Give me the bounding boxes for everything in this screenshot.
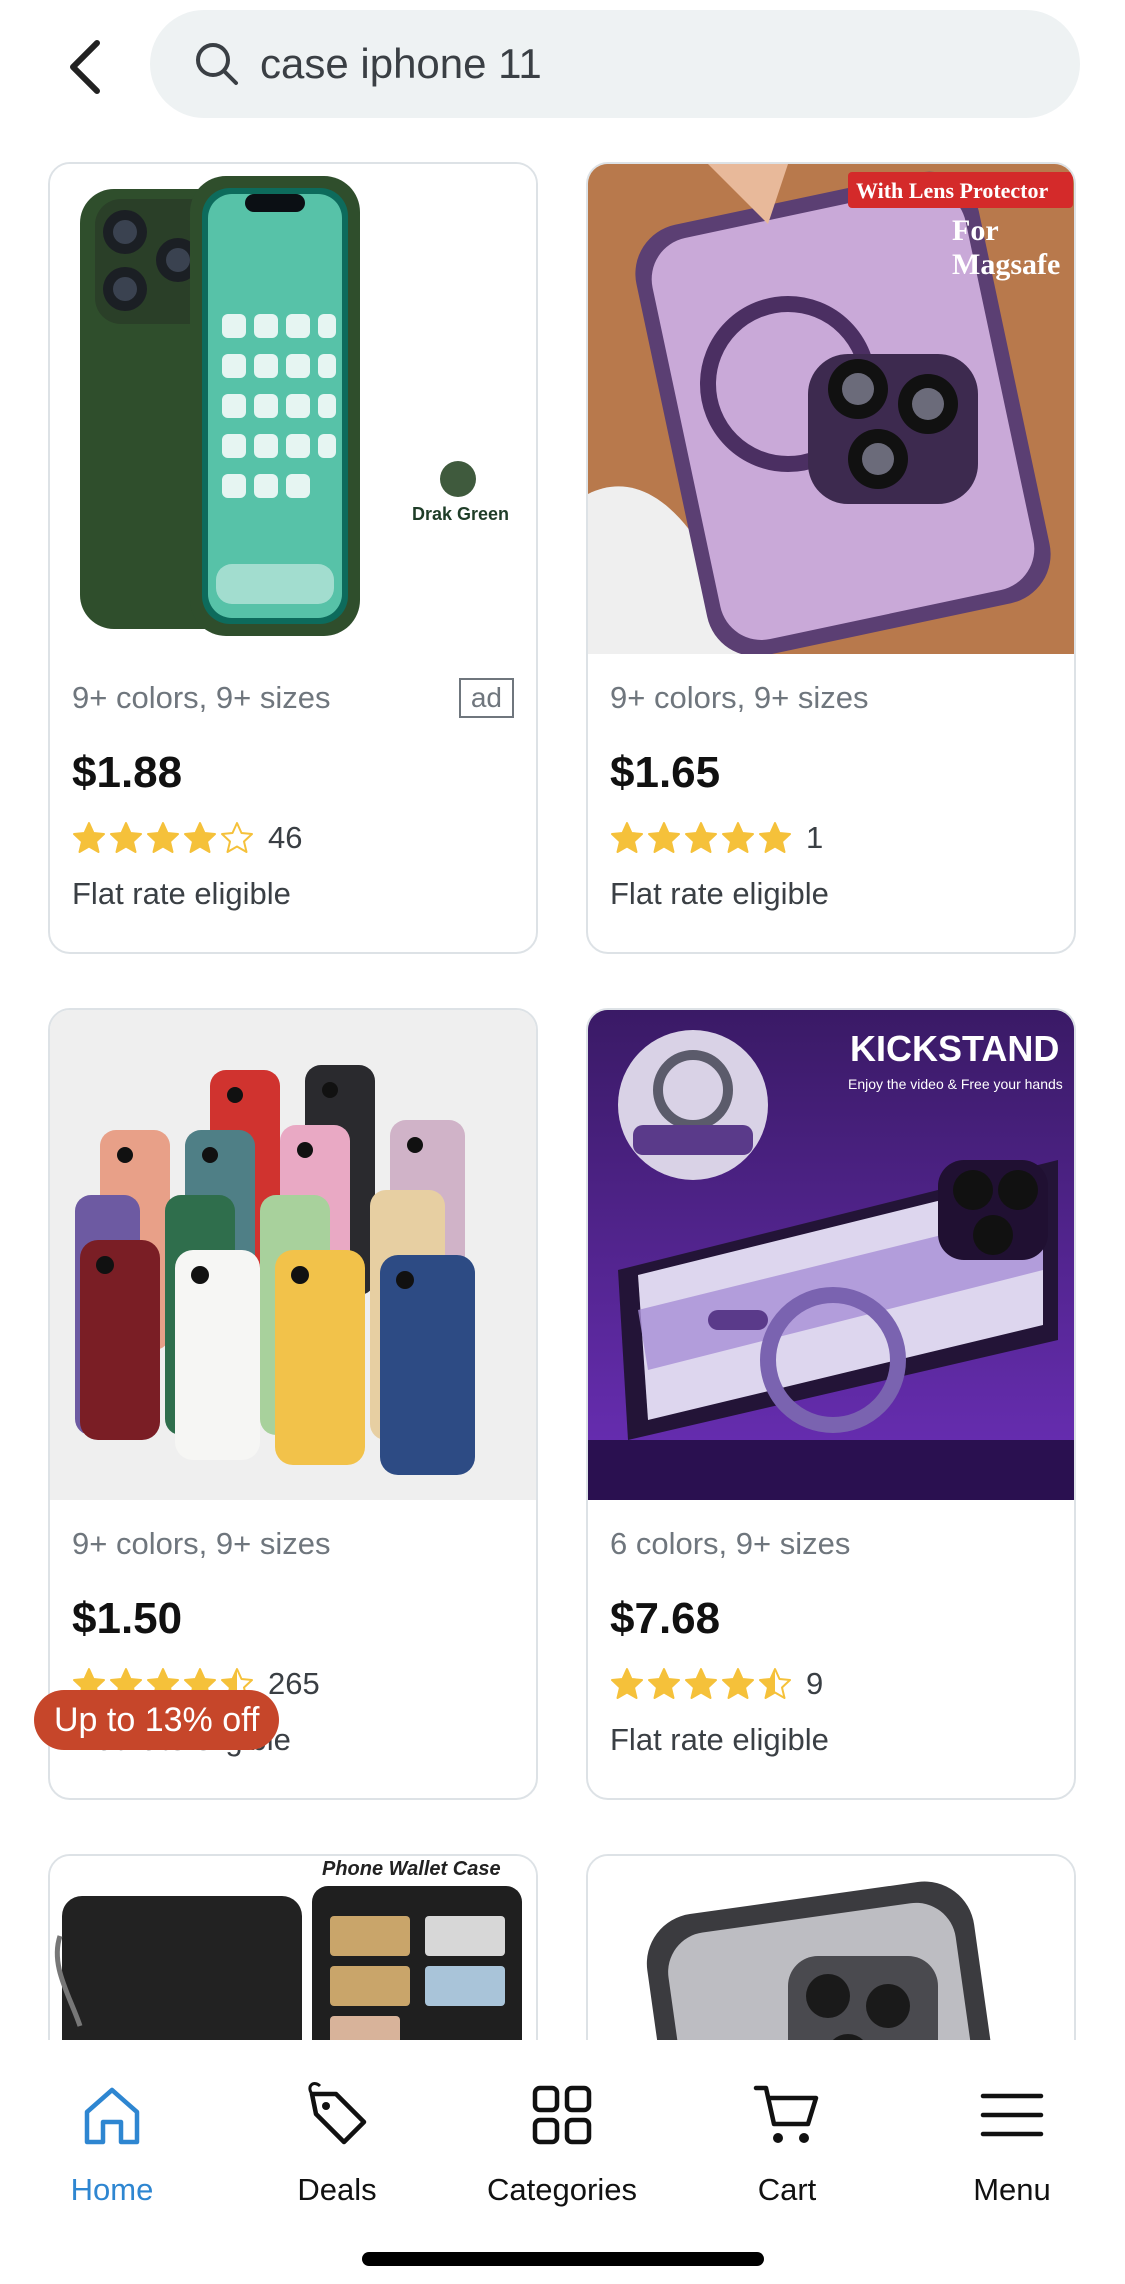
product-grid: Drak Green 9+ colors, 9+ sizes ad $1.88 … xyxy=(0,150,1125,2040)
nav-categories[interactable]: Categories xyxy=(472,2080,652,2208)
star-icon xyxy=(611,822,643,853)
star-icon xyxy=(611,1668,643,1699)
top-bar: case iphone 11 xyxy=(0,0,1125,150)
search-query[interactable]: case iphone 11 xyxy=(260,40,542,88)
star-icon xyxy=(648,1668,680,1699)
nav-menu[interactable]: Menu xyxy=(922,2080,1102,2208)
variants-text: 9+ colors, 9+ sizes xyxy=(72,1526,331,1561)
product-card[interactable]: Drak Green 9+ colors, 9+ sizes ad $1.88 … xyxy=(48,162,538,954)
nav-label: Home xyxy=(70,2172,154,2207)
nav-label: Menu xyxy=(973,2172,1051,2207)
product-image[interactable]: Drak Green xyxy=(50,164,536,654)
price: $1.65 xyxy=(610,748,721,797)
product-image[interactable]: With Lens Protector For Magsafe xyxy=(588,164,1074,654)
bottom-nav: Home Deals Categories Cart Menu xyxy=(0,2040,1125,2284)
star-icon xyxy=(648,822,680,853)
menu-icon xyxy=(980,2093,1044,2137)
promo-title: KICKSTAND xyxy=(850,1028,1060,1069)
discount-badge: Up to 13% off xyxy=(34,1690,280,1750)
chevron-left-icon xyxy=(70,40,100,94)
star-icon xyxy=(184,822,216,853)
product-image[interactable]: Phone Wallet Case xyxy=(50,1856,536,2040)
cart-icon xyxy=(753,2085,819,2143)
variants-text: 9+ colors, 9+ sizes xyxy=(72,680,331,715)
product-card[interactable]: Phone Wallet Case xyxy=(48,1854,538,2040)
review-count: 9 xyxy=(806,1666,824,1701)
search-icon xyxy=(196,43,238,85)
search-bar[interactable]: case iphone 11 xyxy=(150,10,1080,118)
shipping-label: Flat rate eligible xyxy=(610,876,829,911)
wallet-case-image xyxy=(54,1886,522,2040)
nav-cart[interactable]: Cart xyxy=(697,2080,877,2208)
shipping-label: Flat rate eligible xyxy=(610,1722,829,1757)
star-icon xyxy=(685,1668,717,1699)
home-icon xyxy=(84,2087,140,2145)
back-button[interactable] xyxy=(50,22,120,112)
star-rating xyxy=(72,821,254,855)
price: $1.50 xyxy=(72,1594,183,1643)
home-indicator xyxy=(362,2252,764,2266)
phone-case-image xyxy=(80,176,476,636)
variants-text: 6 colors, 9+ sizes xyxy=(610,1526,851,1561)
review-count: 46 xyxy=(268,820,303,855)
product-card[interactable] xyxy=(586,1854,1076,2040)
review-count: 1 xyxy=(806,820,824,855)
nav-label: Categories xyxy=(487,2172,637,2207)
star-icon xyxy=(110,822,142,853)
star-icon xyxy=(685,822,717,853)
nav-home[interactable]: Home xyxy=(22,2080,202,2208)
rating: 46 xyxy=(72,818,514,858)
clear-case-image xyxy=(646,1881,1020,2040)
color-cases-image xyxy=(50,1010,536,1500)
product-card[interactable]: 9+ colors, 9+ sizes $1.50 265 Flat rate … xyxy=(48,1008,538,1800)
star-icon xyxy=(759,1668,791,1699)
product-card[interactable]: With Lens Protector For Magsafe 9+ color… xyxy=(586,162,1076,954)
nav-label: Cart xyxy=(757,2172,817,2207)
product-card[interactable]: KICKSTAND Enjoy the video & Free your ha… xyxy=(586,1008,1076,1800)
glitter-case-image xyxy=(588,164,1074,654)
variants-text: 9+ colors, 9+ sizes xyxy=(610,680,869,715)
grid-icon xyxy=(532,2085,592,2145)
price: $1.88 xyxy=(72,748,183,797)
promo-label: Phone Wallet Case xyxy=(322,1858,501,1880)
star-icon xyxy=(221,822,253,853)
star-rating xyxy=(610,821,792,855)
nav-label: Deals xyxy=(297,2172,377,2207)
star-icon xyxy=(759,822,791,853)
rating: 9 xyxy=(610,1664,1052,1704)
promo-label: Magsafe xyxy=(952,248,1061,281)
promo-subtitle: Enjoy the video & Free your hands xyxy=(848,1076,1063,1092)
shipping-label: Flat rate eligible xyxy=(72,876,291,911)
product-image[interactable]: KICKSTAND Enjoy the video & Free your ha… xyxy=(588,1010,1074,1500)
tag-icon xyxy=(308,2082,367,2145)
promo-label: With Lens Protector xyxy=(856,178,1049,203)
star-icon xyxy=(722,1668,754,1699)
star-icon xyxy=(722,822,754,853)
star-icon xyxy=(147,822,179,853)
nav-deals[interactable]: Deals xyxy=(247,2080,427,2208)
star-rating xyxy=(610,1667,792,1701)
review-count: 265 xyxy=(268,1666,320,1701)
product-image[interactable] xyxy=(50,1010,536,1500)
promo-label: For xyxy=(952,214,999,247)
rating: 1 xyxy=(610,818,1052,858)
ad-label: ad xyxy=(458,678,514,718)
star-icon xyxy=(73,822,105,853)
product-image[interactable] xyxy=(588,1856,1074,2040)
price: $7.68 xyxy=(610,1594,721,1643)
color-label: Drak Green xyxy=(412,504,510,524)
